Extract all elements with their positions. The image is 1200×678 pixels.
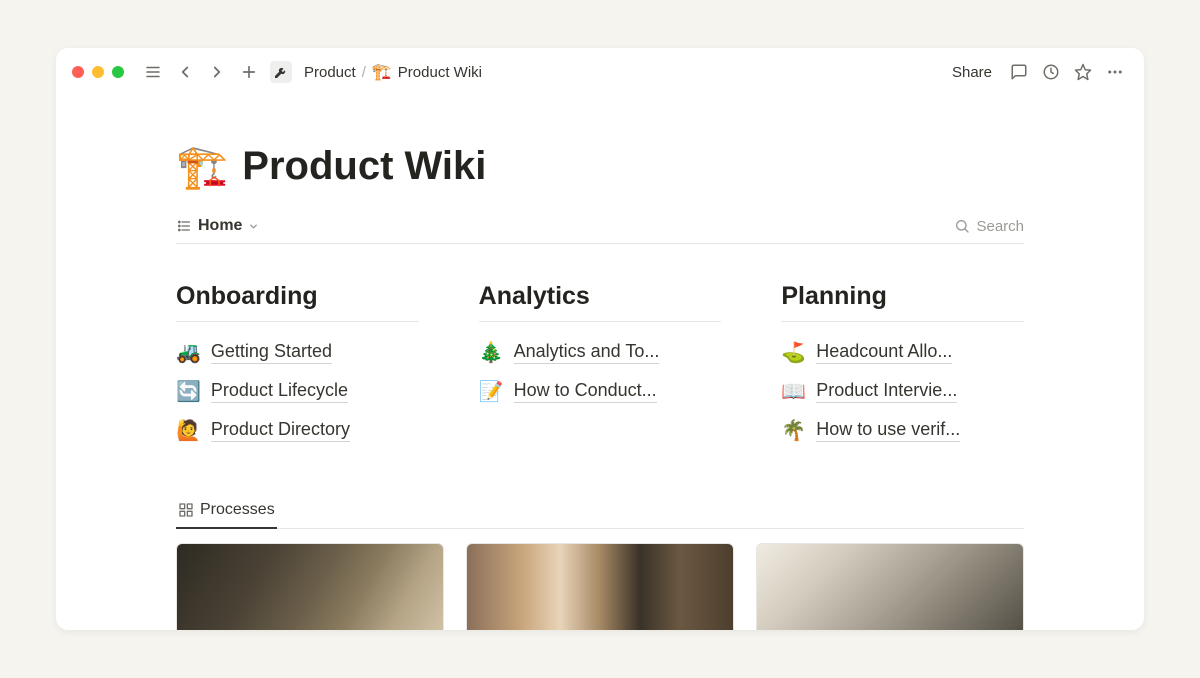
dots-horizontal-icon [1106, 63, 1124, 81]
share-button[interactable]: Share [944, 60, 1000, 85]
breadcrumb-parent-icon[interactable] [270, 61, 292, 83]
tab-label: Processes [200, 501, 275, 519]
comments-button[interactable] [1006, 59, 1032, 85]
search-icon [954, 218, 970, 234]
list-icon [176, 218, 192, 234]
gallery-card-image [177, 544, 443, 630]
chevron-right-icon [208, 63, 226, 81]
page-link-label: How to Conduct... [514, 380, 657, 403]
more-button[interactable] [1102, 59, 1128, 85]
page-link-label: Product Intervie... [816, 380, 957, 403]
column-header: Analytics [479, 282, 722, 322]
gallery-card[interactable] [176, 543, 444, 630]
page-link-label: How to use verif... [816, 419, 960, 442]
page-link[interactable]: 🎄 Analytics and To... [479, 340, 722, 365]
page-link[interactable]: 🚜 Getting Started [176, 340, 419, 365]
view-switch-label: Home [198, 217, 242, 235]
hamburger-icon [144, 63, 162, 81]
window-zoom-button[interactable] [112, 66, 124, 78]
page-link[interactable]: 🌴 How to use verif... [781, 418, 1024, 443]
view-switch[interactable]: Home [176, 217, 259, 235]
page-link-label: Product Directory [211, 419, 350, 442]
comment-icon [1010, 63, 1028, 81]
topbar: Product / 🏗️ Product Wiki Share [56, 48, 1144, 96]
page-title[interactable]: Product Wiki [242, 144, 486, 189]
gallery-tabs: Processes [176, 493, 1024, 529]
gallery-card[interactable] [756, 543, 1024, 630]
page-link-label: Product Lifecycle [211, 380, 348, 403]
gallery-icon [178, 502, 194, 518]
window-minimize-button[interactable] [92, 66, 104, 78]
breadcrumb: Product / 🏗️ Product Wiki [304, 62, 482, 82]
new-page-button[interactable] [236, 59, 262, 85]
view-switch-row: Home Search [176, 217, 1024, 244]
column-analytics: Analytics 🎄 Analytics and To... 📝 How to… [479, 282, 722, 457]
column-header: Onboarding [176, 282, 419, 322]
columns: Onboarding 🚜 Getting Started 🔄 Product L… [176, 282, 1024, 457]
page-link-emoji: 🎄 [479, 340, 504, 365]
column-header: Planning [781, 282, 1024, 322]
page-link-emoji: 🙋 [176, 418, 201, 443]
page-title-row: 🏗️ Product Wiki [176, 144, 1024, 189]
page-link[interactable]: 📖 Product Intervie... [781, 379, 1024, 404]
page-link-label: Getting Started [211, 341, 332, 364]
page-link-emoji: 🚜 [176, 340, 201, 365]
page-link-label: Analytics and To... [514, 341, 660, 364]
app-window: Product / 🏗️ Product Wiki Share 🏗️ Produ… [56, 48, 1144, 630]
star-icon [1074, 63, 1092, 81]
page-content: 🏗️ Product Wiki Home Search Onboarding 🚜… [56, 96, 1144, 630]
page-link[interactable]: 🙋 Product Directory [176, 418, 419, 443]
favorite-button[interactable] [1070, 59, 1096, 85]
chevron-down-icon [248, 221, 259, 232]
sidebar-toggle-button[interactable] [140, 59, 166, 85]
updates-button[interactable] [1038, 59, 1064, 85]
column-onboarding: Onboarding 🚜 Getting Started 🔄 Product L… [176, 282, 419, 457]
page-link-emoji: 📝 [479, 379, 504, 404]
page-link-emoji: ⛳ [781, 340, 806, 365]
chevron-left-icon [176, 63, 194, 81]
wrench-icon [273, 64, 289, 80]
page-link[interactable]: ⛳ Headcount Allo... [781, 340, 1024, 365]
column-planning: Planning ⛳ Headcount Allo... 📖 Product I… [781, 282, 1024, 457]
gallery [176, 543, 1024, 630]
nav-back-button[interactable] [172, 59, 198, 85]
page-link-emoji: 📖 [781, 379, 806, 404]
page-link[interactable]: 📝 How to Conduct... [479, 379, 722, 404]
tab-processes[interactable]: Processes [176, 493, 277, 529]
gallery-card-image [467, 544, 733, 630]
page-link-emoji: 🔄 [176, 379, 201, 404]
nav-forward-button[interactable] [204, 59, 230, 85]
breadcrumb-separator: / [362, 64, 366, 81]
plus-icon [240, 63, 258, 81]
clock-icon [1042, 63, 1060, 81]
page-emoji[interactable]: 🏗️ [176, 146, 228, 188]
breadcrumb-parent[interactable]: Product [304, 64, 356, 81]
page-link[interactable]: 🔄 Product Lifecycle [176, 379, 419, 404]
search-button[interactable]: Search [954, 218, 1024, 235]
breadcrumb-current[interactable]: Product Wiki [398, 64, 482, 81]
page-link-emoji: 🌴 [781, 418, 806, 443]
page-link-label: Headcount Allo... [816, 341, 952, 364]
gallery-card[interactable] [466, 543, 734, 630]
breadcrumb-current-emoji: 🏗️ [372, 62, 392, 82]
traffic-lights [72, 66, 124, 78]
window-close-button[interactable] [72, 66, 84, 78]
search-label: Search [976, 218, 1024, 235]
gallery-card-image [757, 544, 1023, 630]
